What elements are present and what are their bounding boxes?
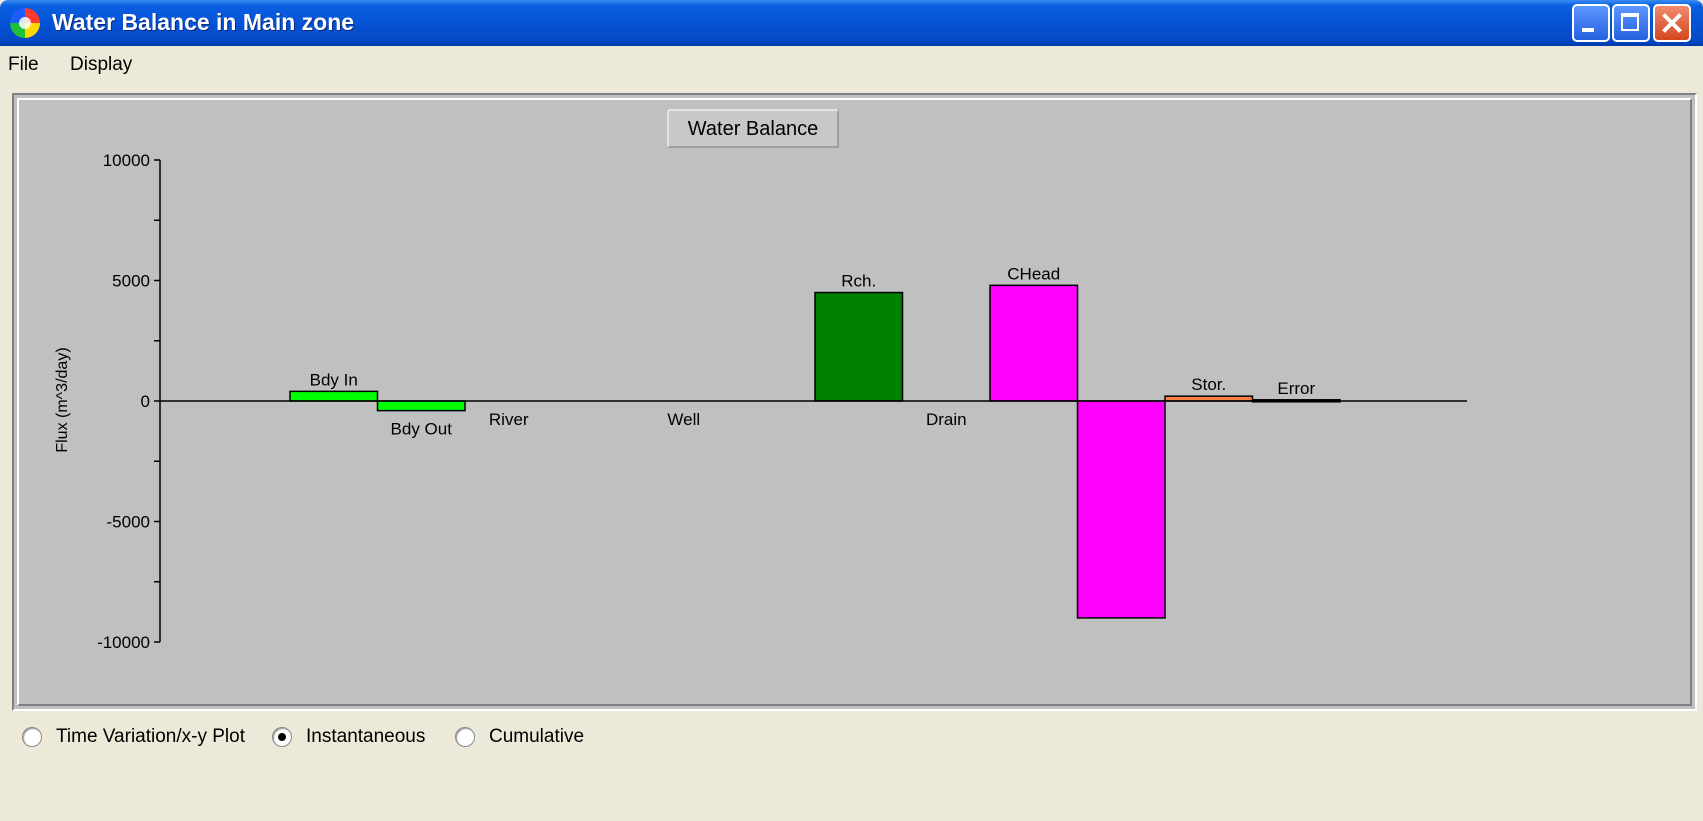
bar (814, 291, 904, 402)
bar-label: Bdy In (310, 370, 358, 389)
radio-time-variation-indicator[interactable] (22, 727, 42, 747)
bar (289, 390, 379, 402)
bar (1076, 400, 1166, 619)
y-tick-label: -5000 (107, 513, 150, 532)
bar-label: Bdy Out (391, 420, 453, 439)
bar-label: River (489, 410, 529, 429)
radio-time-variation[interactable]: Time Variation/x-y Plot (22, 726, 245, 748)
bar-label: Stor. (1191, 375, 1226, 394)
bar-label: Error (1277, 379, 1315, 398)
y-axis-label: Flux (m^3/day) (54, 347, 71, 452)
chart-title: Water Balance (688, 118, 818, 140)
bar-label: Well (667, 410, 700, 429)
y-tick-label: 0 (141, 392, 150, 411)
radio-instantaneous[interactable]: Instantaneous (272, 726, 425, 748)
radio-cumulative-label: Cumulative (489, 726, 585, 747)
radio-instantaneous-label: Instantaneous (306, 726, 426, 747)
y-axis-ticks: 10000 5000 0 -5000 -10000 (97, 151, 160, 652)
bar (989, 284, 1079, 402)
y-tick-label: 10000 (103, 151, 150, 170)
bar-label: CHead (1007, 264, 1060, 283)
y-tick-label: 5000 (112, 272, 150, 291)
bar (376, 400, 466, 412)
water-balance-chart: Water Balance Flux (m^3/day) 10000 5000 0 -… (54, 109, 1467, 652)
radio-time-variation-label: Time Variation/x-y Plot (56, 726, 245, 747)
plot-mode-radio-group: Time Variation/x-y Plot Instantaneous Cu… (0, 722, 1703, 762)
y-tick-label: -10000 (97, 633, 150, 652)
radio-instantaneous-indicator[interactable] (272, 727, 292, 747)
chart-title-box: Water Balance (667, 109, 839, 148)
bar-series (289, 284, 1341, 619)
bar-label: Drain (926, 410, 967, 429)
radio-cumulative-indicator[interactable] (455, 727, 475, 747)
bar-label: Rch. (841, 272, 876, 291)
radio-cumulative[interactable]: Cumulative (455, 726, 584, 748)
